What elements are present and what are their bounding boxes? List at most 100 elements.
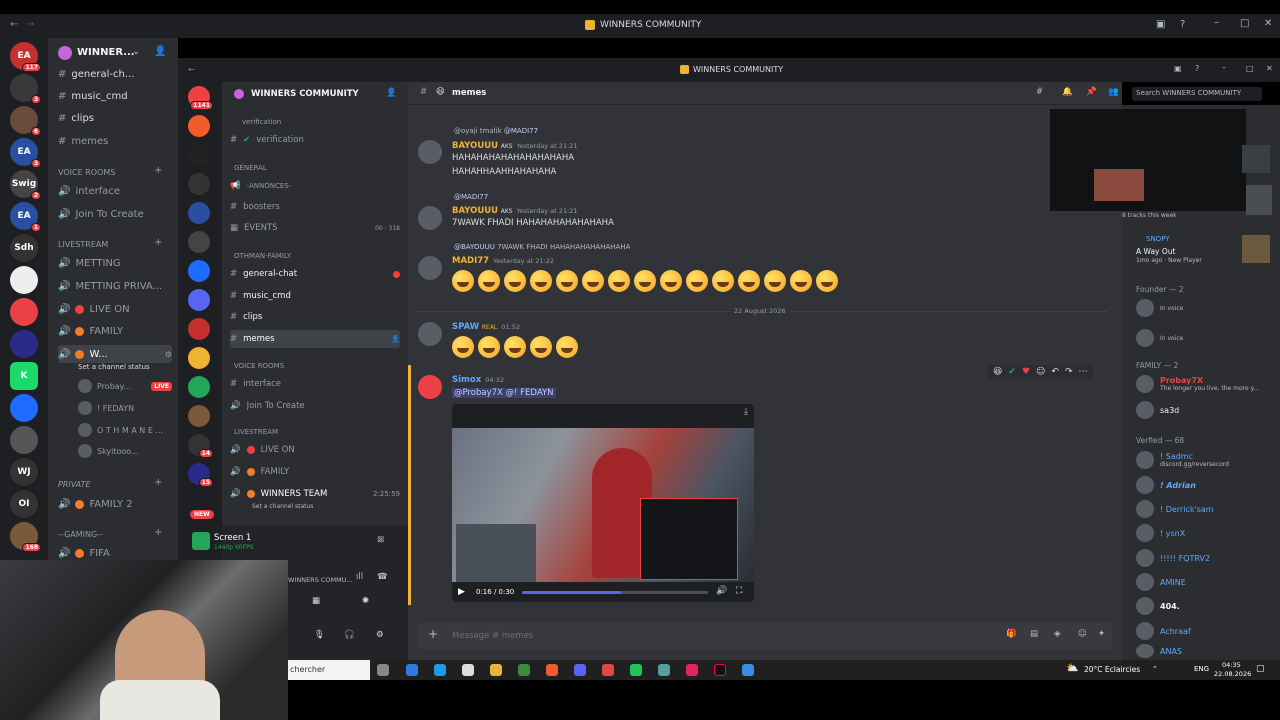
server-icon[interactable]: K — [10, 362, 38, 390]
activity-icon[interactable]: ✺ — [362, 596, 369, 606]
server-icon[interactable] — [188, 202, 210, 224]
author[interactable]: Simox — [452, 375, 481, 385]
outer-voice-user[interactable]: ! FEDAYN — [78, 399, 172, 417]
add-channel-icon[interactable]: + — [154, 237, 162, 248]
notification-icon[interactable]: ▢ — [1256, 664, 1265, 674]
threads-icon[interactable]: # — [1036, 87, 1043, 97]
live-family[interactable]: 🔊 FAMILY — [230, 463, 400, 481]
edge-icon[interactable] — [406, 664, 418, 676]
more-icon[interactable]: ⋯ — [1079, 367, 1088, 377]
fullscreen-icon[interactable]: ⛶ — [736, 586, 742, 596]
inbox-icon[interactable]: ▣ — [1174, 64, 1182, 73]
members-icon[interactable]: 👥 — [1108, 87, 1119, 97]
avatar[interactable] — [418, 256, 442, 280]
add-channel-icon[interactable]: + — [154, 165, 162, 176]
member[interactable]: ANAS — [1136, 644, 1274, 658]
brave-icon[interactable] — [546, 664, 558, 676]
activity-user[interactable]: SNOPY — [1146, 235, 1170, 243]
outer-live-winners[interactable]: 🔊 W... ⚙ — [58, 345, 172, 363]
reaction-check-icon[interactable]: ✔ — [1008, 367, 1016, 377]
opera-icon[interactable] — [686, 664, 698, 676]
app-icon[interactable] — [742, 664, 754, 676]
outer-private-family2[interactable]: 🔊 FAMILY 2 — [58, 495, 172, 513]
clock-date[interactable]: 22.08.2026 — [1214, 670, 1251, 678]
channel-music-cmd[interactable]: # music_cmd — [230, 287, 400, 305]
outer-status-hint[interactable]: Set a channel status — [78, 363, 150, 371]
channel-memes[interactable]: # memes 👤 — [230, 330, 400, 348]
server-icon[interactable] — [188, 289, 210, 311]
volume-icon[interactable]: 🔊 — [716, 586, 727, 596]
outer-voice-section[interactable]: VOICE ROOMS — [58, 168, 115, 177]
avatar[interactable] — [418, 322, 442, 346]
server-icon[interactable] — [10, 266, 38, 294]
user-settings-icon[interactable]: ⚙ — [376, 630, 384, 640]
outer-voice-interface[interactable]: 🔊 interface — [58, 182, 172, 200]
channel-general-chat[interactable]: # general-chat — [230, 265, 400, 283]
server-icon[interactable]: WJ — [10, 458, 38, 486]
server-icon[interactable]: EA 3 — [10, 138, 41, 168]
maximize-icon[interactable]: □ — [1246, 64, 1254, 73]
minecraft-icon[interactable] — [518, 664, 530, 676]
member[interactable]: In voice — [1136, 327, 1274, 349]
help-icon[interactable]: ? — [1180, 19, 1185, 30]
server-icon[interactable] — [188, 173, 210, 195]
member[interactable]: ! ysnX — [1136, 522, 1274, 544]
outer-live-family[interactable]: 🔊 FAMILY — [58, 322, 172, 340]
member[interactable]: AMINE — [1136, 571, 1274, 593]
avatar[interactable] — [418, 206, 442, 230]
server-icon[interactable] — [188, 144, 210, 166]
stop-stream-icon[interactable]: ⊠ — [377, 535, 384, 545]
server-icon[interactable] — [188, 260, 210, 282]
outer-voice-user[interactable]: Skyitooo... — [78, 442, 172, 460]
outer-voice-join[interactable]: 🔊 Join To Create — [58, 205, 172, 223]
server-icon[interactable] — [188, 115, 210, 137]
outer-voice-user[interactable]: O T H M A N E ... — [78, 421, 172, 439]
outer-live-on[interactable]: 🔊 LIVE ON — [58, 300, 172, 318]
soundboard-icon[interactable]: ▦ — [312, 596, 320, 606]
headphones-icon[interactable]: 🎧 — [344, 630, 355, 640]
member[interactable]: sa3d — [1136, 399, 1274, 421]
add-channel-icon[interactable]: + — [154, 477, 162, 488]
sticker-icon[interactable]: ◈ — [1054, 629, 1061, 639]
stream-preview[interactable] — [1050, 109, 1246, 211]
verification-section[interactable]: verification — [242, 118, 281, 126]
outer-server-name[interactable]: WINNER... — [77, 47, 135, 58]
pin-icon[interactable]: 📌 — [1086, 87, 1097, 97]
channel-events[interactable]: ▦ EVENTS 00 : 318 — [230, 219, 400, 237]
app-icon[interactable] — [658, 664, 670, 676]
server-icon[interactable] — [188, 347, 210, 369]
store-icon[interactable] — [462, 664, 474, 676]
server-icon[interactable] — [10, 298, 38, 326]
back-arrow-icon[interactable]: ← — [188, 65, 195, 74]
server-icon[interactable] — [188, 405, 210, 427]
mention[interactable]: @Probay7X @! FEDAYN — [452, 388, 556, 398]
download-icon[interactable]: ⤓ — [744, 407, 748, 417]
video-embed[interactable]: ⤓ ▶ 0:16 / 0:30 🔊 ⛶ — [452, 404, 754, 602]
inbox-icon[interactable]: ▣ — [1156, 19, 1165, 30]
emoji-icon[interactable]: ☺ — [1078, 629, 1087, 639]
live-winners-team[interactable]: 🔊 WINNERS TEAM 2:25:59 — [230, 485, 400, 503]
chevron-down-icon[interactable]: ⌄ — [132, 46, 140, 57]
server-icon[interactable]: 6 — [10, 106, 41, 136]
tray-chevron-icon[interactable]: ⌃ — [1152, 665, 1158, 673]
mic-icon[interactable]: 🎙 — [314, 630, 325, 640]
server-icon[interactable]: 168 — [10, 522, 41, 552]
explorer-icon[interactable] — [490, 664, 502, 676]
back-arrow-icon[interactable]: ← — [10, 19, 18, 30]
browser-icon[interactable] — [434, 664, 446, 676]
taskbar-search[interactable]: chercher — [288, 660, 370, 680]
server-icon[interactable] — [188, 231, 210, 253]
inner-status-hint[interactable]: Set a channel status — [252, 503, 313, 510]
forward-icon[interactable]: ↷ — [1065, 367, 1073, 377]
author[interactable]: SPAW — [452, 322, 479, 332]
channel-boosters[interactable]: # boosters — [230, 198, 400, 216]
gift-icon[interactable]: 🎁 — [1006, 629, 1017, 639]
app-icon[interactable] — [630, 664, 642, 676]
voice-interface[interactable]: # interface — [230, 375, 400, 393]
gif-icon[interactable]: ▤ — [1030, 629, 1038, 639]
member[interactable]: In voice — [1136, 297, 1274, 319]
close-icon[interactable]: ✕ — [1266, 64, 1273, 73]
author[interactable]: MADI77 — [452, 256, 489, 266]
reaction-heart-icon[interactable]: ♥ — [1022, 367, 1030, 377]
taskview-icon[interactable] — [377, 664, 389, 676]
